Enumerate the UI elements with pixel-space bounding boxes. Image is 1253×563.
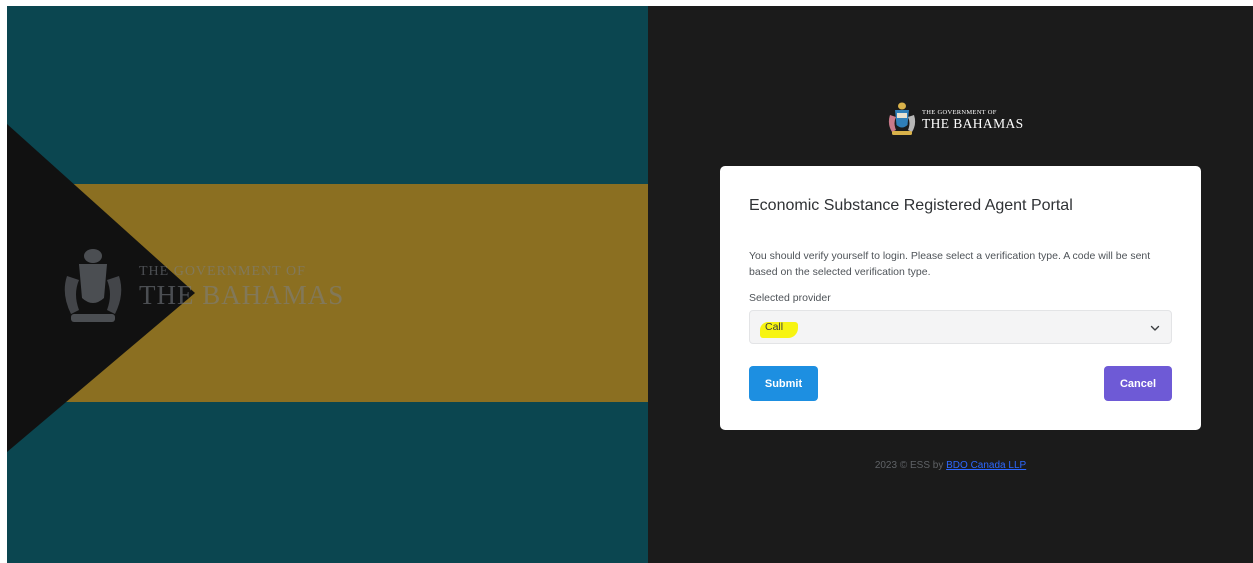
government-logo-watermark: THE GOVERNMENT OF THE BAHAMAS <box>59 246 344 328</box>
verification-message: You should verify yourself to login. Ple… <box>749 250 1151 278</box>
brand-wordmark: THE GOVERNMENT OF THE BAHAMAS <box>922 109 1024 131</box>
footer: 2023 © ESS by BDO Canada LLP <box>648 460 1253 472</box>
government-logo: THE GOVERNMENT OF THE BAHAMAS <box>888 101 1024 138</box>
bdo-canada-link[interactable]: BDO Canada LLP <box>946 460 1026 471</box>
provider-select[interactable]: Call <box>749 310 1172 344</box>
brand-country-line: THE BAHAMAS <box>922 115 1024 131</box>
coat-of-arms-icon <box>64 249 122 322</box>
cancel-button[interactable]: Cancel <box>1104 366 1172 401</box>
footer-copyright: 2023 © ESS by <box>874 460 947 471</box>
watermark-wordmark: THE GOVERNMENT OF THE BAHAMAS <box>139 264 344 310</box>
coat-of-arms-icon <box>888 102 916 135</box>
auth-panel: THE GOVERNMENT OF THE BAHAMAS Economic S… <box>648 6 1253 563</box>
chevron-down-icon <box>1150 325 1160 331</box>
verification-card: Economic Substance Registered Agent Port… <box>720 166 1201 430</box>
provider-selected-value: Call <box>765 321 784 333</box>
watermark-gov-line: THE GOVERNMENT OF <box>139 264 306 279</box>
submit-button[interactable]: Submit <box>749 366 818 401</box>
provider-label: Selected provider <box>749 292 831 304</box>
bahamas-flag-panel: THE GOVERNMENT OF THE BAHAMAS <box>7 6 648 563</box>
watermark-country-line: THE BAHAMAS <box>139 280 345 310</box>
login-page: THE GOVERNMENT OF THE BAHAMAS THE GOVERN… <box>7 6 1253 563</box>
portal-title: Economic Substance Registered Agent Port… <box>749 197 1073 214</box>
